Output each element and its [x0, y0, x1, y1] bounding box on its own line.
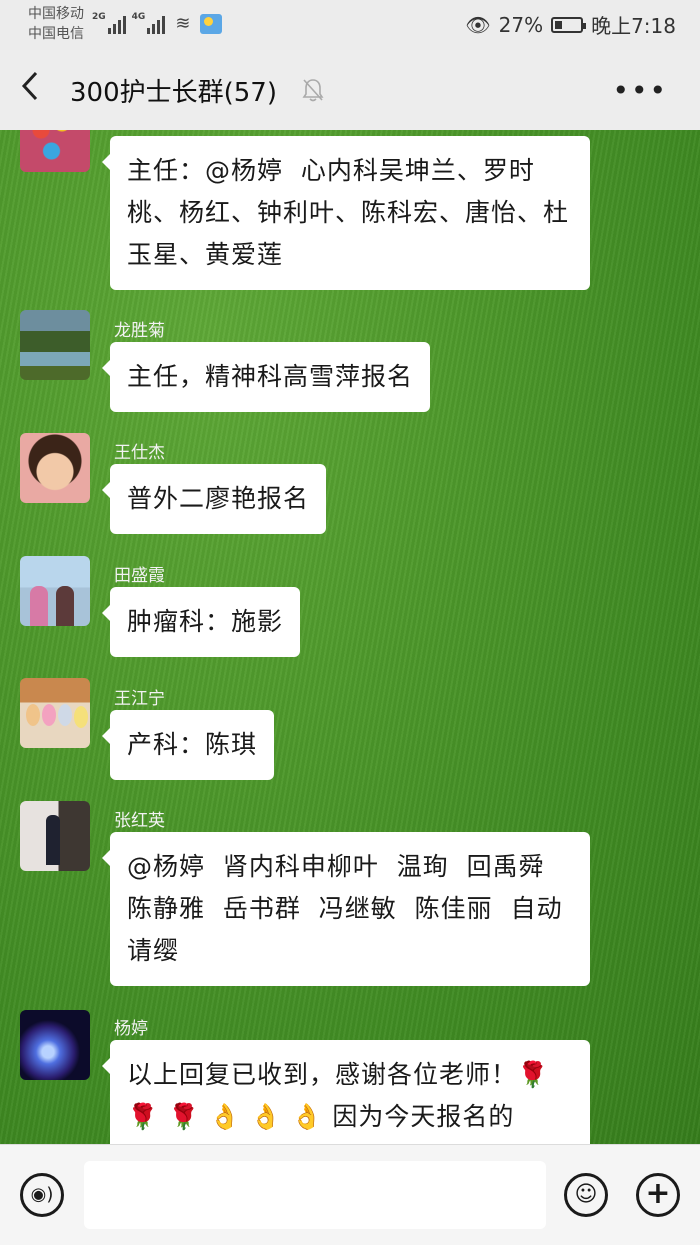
mute-bell-icon [302, 78, 324, 107]
clock: 晚上7:18 [591, 14, 676, 38]
wifi-icon: ≋ [175, 13, 191, 34]
avatar[interactable] [20, 1010, 90, 1080]
avatar[interactable] [20, 130, 90, 172]
sender-name: 龙胜菊 [114, 321, 165, 341]
voice-icon[interactable]: ◉) [20, 1173, 64, 1217]
carrier-1: 中国移动 [28, 6, 84, 22]
emoji-icon[interactable]: ☺ [564, 1173, 608, 1217]
eye-comfort-icon: 👁 [465, 12, 491, 37]
more-options-icon[interactable]: ••• [612, 74, 668, 107]
avatar[interactable] [20, 556, 90, 626]
message-bubble[interactable]: 产科：陈琪 [101, 710, 275, 780]
message-bubble[interactable]: @杨婷 肾内科申柳叶 温珣 回禹舜 陈静雅 岳书群 冯继敏 陈佳丽 自动请缨 [102, 832, 590, 986]
chat-header: 300护士长群(57) ••• [0, 50, 700, 130]
sender-name: 田盛霞 [114, 566, 165, 586]
message-list[interactable]: 主任：@杨婷 心内科吴坤兰、罗时桃、杨红、钟利叶、陈科宏、唐怡、杜玉星、黄爱莲 … [0, 130, 700, 1144]
signal-icon [107, 16, 126, 34]
carrier-labels: 中国移动 中国电信 [28, 4, 84, 44]
avatar[interactable] [20, 433, 90, 503]
back-icon[interactable] [20, 70, 56, 110]
message-input[interactable] [84, 1161, 546, 1229]
battery-icon [551, 16, 587, 33]
input-bar: ◉) ☺ + [0, 1144, 700, 1245]
sender-name: 杨婷 [114, 1019, 148, 1039]
message-bubble[interactable]: 肿瘤科：施影 [101, 587, 301, 657]
carrier-2: 中国电信 [28, 26, 84, 42]
message-bubble[interactable]: 主任：@杨婷 心内科吴坤兰、罗时桃、杨红、钟利叶、陈科宏、唐怡、杜玉星、黄爱莲 [102, 136, 590, 290]
avatar[interactable] [20, 678, 90, 748]
avatar[interactable] [20, 801, 90, 871]
sender-name: 王江宁 [114, 689, 165, 709]
message-bubble[interactable]: 以上回复已收到，感谢各位老师！🌹 🌹 🌹 👌 👌 👌 因为今天报名的 [102, 1040, 590, 1144]
message-bubble[interactable]: 主任，精神科高雪萍报名 [101, 342, 431, 412]
sender-name: 王仕杰 [114, 443, 165, 463]
status-right: 👁 27% 晚上7:18 [465, 10, 676, 39]
avatar[interactable] [20, 310, 90, 380]
weather-icon [200, 14, 223, 34]
plus-icon[interactable]: + [636, 1173, 680, 1217]
network-indicators: 2G 4G ≋ [92, 10, 223, 34]
network-type-2: 4G [131, 12, 146, 22]
chat-title: 300护士长群(57) [70, 78, 277, 108]
status-bar: 中国移动 中国电信 2G 4G ≋ 👁 27% 晚上7:18 [0, 0, 700, 50]
battery-percent: 27% [498, 12, 544, 37]
message-bubble[interactable]: 普外二廖艳报名 [101, 464, 327, 534]
signal-icon [147, 16, 166, 34]
sender-name: 张红英 [114, 811, 165, 831]
network-type-1: 2G [92, 12, 106, 22]
